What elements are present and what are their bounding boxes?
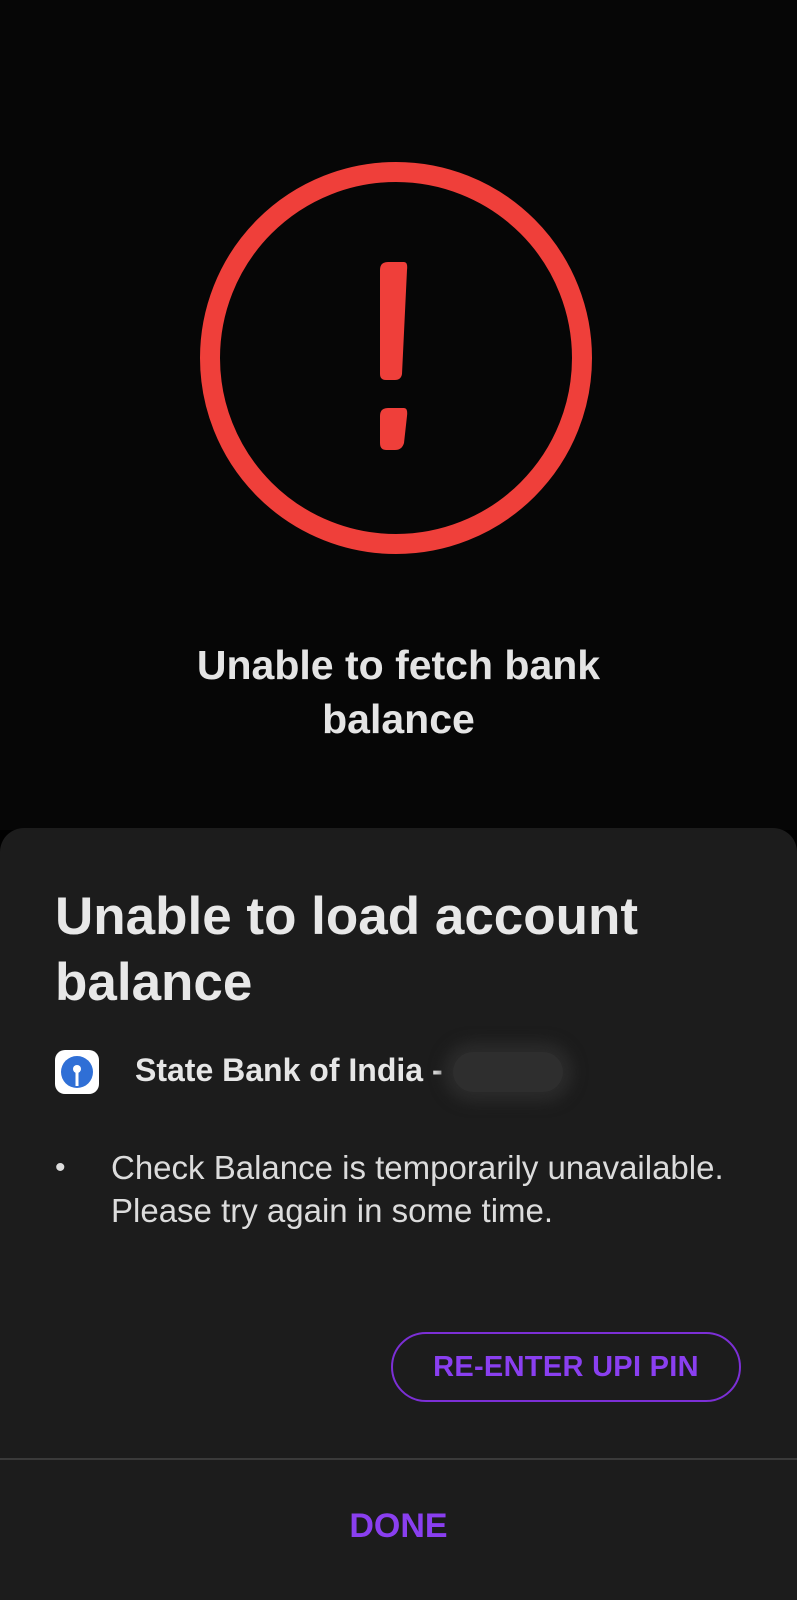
bullet-text: Check Balance is temporarily unavailable…	[111, 1149, 724, 1229]
list-item: • Check Balance is temporarily unavailab…	[55, 1146, 755, 1232]
sbi-logo-icon	[55, 1050, 99, 1094]
sheet-title: Unable to load account balance	[55, 887, 639, 1012]
done-button[interactable]: DONE	[0, 1460, 797, 1592]
exclamation-circle-icon	[196, 158, 596, 558]
error-title: Unable to fetch bank balance	[196, 642, 601, 742]
re-enter-upi-pin-button[interactable]: RE-ENTER UPI PIN	[391, 1332, 741, 1402]
bank-account-row: State Bank of India -	[55, 1050, 563, 1094]
bank-name: State Bank of India -	[135, 1052, 563, 1093]
bullet-icon: •	[55, 1151, 66, 1184]
masked-account-number	[452, 1052, 563, 1093]
